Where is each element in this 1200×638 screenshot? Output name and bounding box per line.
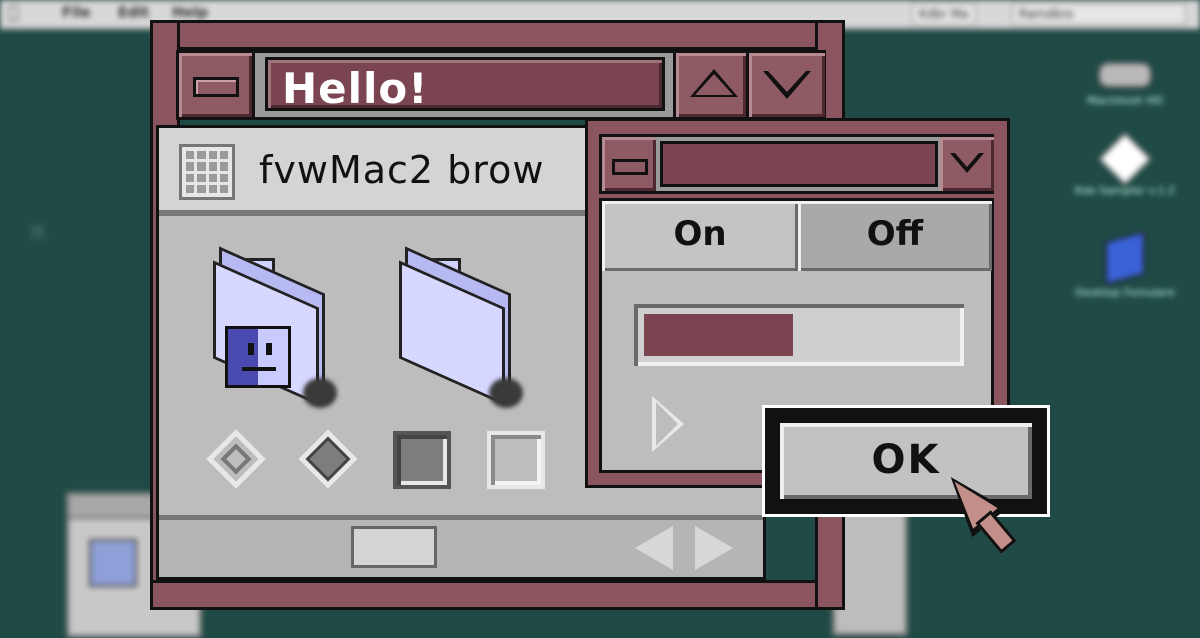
progress-fill [644, 314, 793, 356]
desktop-icon-app[interactable]: Kde Sampler v.1.2 [1025, 132, 1200, 197]
menu-right-item[interactable]: Ramdbro [1012, 3, 1186, 25]
toggle-window-title-bar[interactable] [599, 134, 994, 194]
triangle-up-icon [690, 69, 738, 97]
menu-edit[interactable]: Edit [118, 5, 149, 21]
window-frame-bottom[interactable] [150, 580, 845, 610]
desktop-icon-hard-disk[interactable]: Macintosh HD [1025, 62, 1200, 107]
toggle-window-title-field [660, 141, 938, 187]
desktop-icon-label: Desktop Fomulare [1074, 286, 1176, 299]
horizontal-scrollbar[interactable] [159, 515, 763, 577]
triangle-down-icon [950, 153, 984, 173]
triangle-down-icon [763, 71, 811, 99]
toggle-off-button[interactable]: Off [798, 201, 992, 271]
minimize-icon [612, 159, 648, 175]
radio-button-unselected[interactable] [206, 429, 266, 489]
scroll-left-arrow-icon[interactable] [635, 526, 673, 570]
small-minimize-button[interactable] [602, 137, 656, 191]
application-icon [1098, 132, 1152, 186]
window-title: Hello! [282, 64, 429, 113]
menu-help[interactable]: Help [172, 5, 208, 21]
finder-face-icon [225, 326, 291, 388]
checkbox-checked[interactable] [393, 431, 451, 489]
grid-view-icon[interactable] [179, 144, 235, 200]
play-arrow-icon[interactable] [652, 396, 684, 452]
progress-bar [634, 304, 964, 366]
background-pattern: ✦ [9, 204, 65, 262]
scroll-down-button[interactable] [749, 53, 825, 117]
background-window-content [89, 539, 137, 587]
finder-folder[interactable] [211, 246, 337, 408]
browser-title: fvwMac2 brow [259, 148, 545, 192]
folder-icon[interactable] [397, 246, 523, 408]
menu-right-item[interactable]: Kdbr Ma [912, 3, 976, 25]
scroll-thumb[interactable] [351, 526, 437, 568]
small-collapse-button[interactable] [940, 137, 994, 191]
toggle-on-button[interactable]: On [602, 201, 798, 271]
desktop-icon-folder[interactable]: Desktop Fomulare [1025, 230, 1200, 299]
scroll-right-arrow-icon[interactable] [695, 526, 733, 570]
title-field: Hello! [265, 57, 665, 113]
minimize-icon [193, 77, 239, 97]
ok-button[interactable]: OK [777, 420, 1035, 502]
hello-title-bar[interactable]: Hello! [176, 50, 826, 120]
minimize-button[interactable] [179, 53, 255, 117]
scroll-up-button[interactable] [673, 53, 749, 117]
desktop-icon-label: Macintosh HD [1086, 94, 1164, 107]
checkbox-unchecked[interactable] [487, 431, 545, 489]
hard-disk-icon [1098, 62, 1152, 88]
blue-folder-icon [1105, 230, 1145, 286]
window-frame-top[interactable] [150, 20, 845, 50]
menu-file[interactable]: File [62, 5, 91, 21]
apple-menu-icon[interactable]:  [8, 2, 19, 23]
radio-button-selected[interactable] [298, 429, 358, 489]
ok-button-frame: OK [762, 405, 1050, 517]
desktop-icon-label: Kde Sampler v.1.2 [1074, 184, 1176, 197]
